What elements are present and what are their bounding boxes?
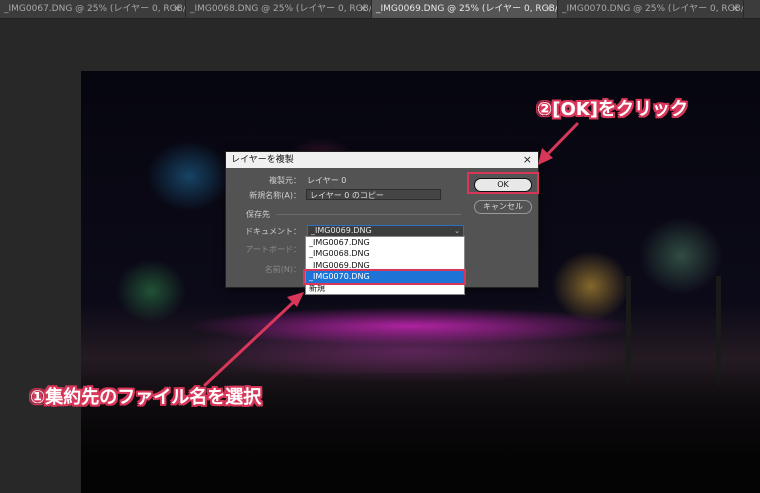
annotation-step2: ②[OK]をクリック xyxy=(537,99,688,120)
annotation-step1: ①集約先のファイル名を選択 xyxy=(30,387,262,408)
annotation-arrows xyxy=(203,122,579,387)
arrow-step1-line xyxy=(203,294,302,387)
